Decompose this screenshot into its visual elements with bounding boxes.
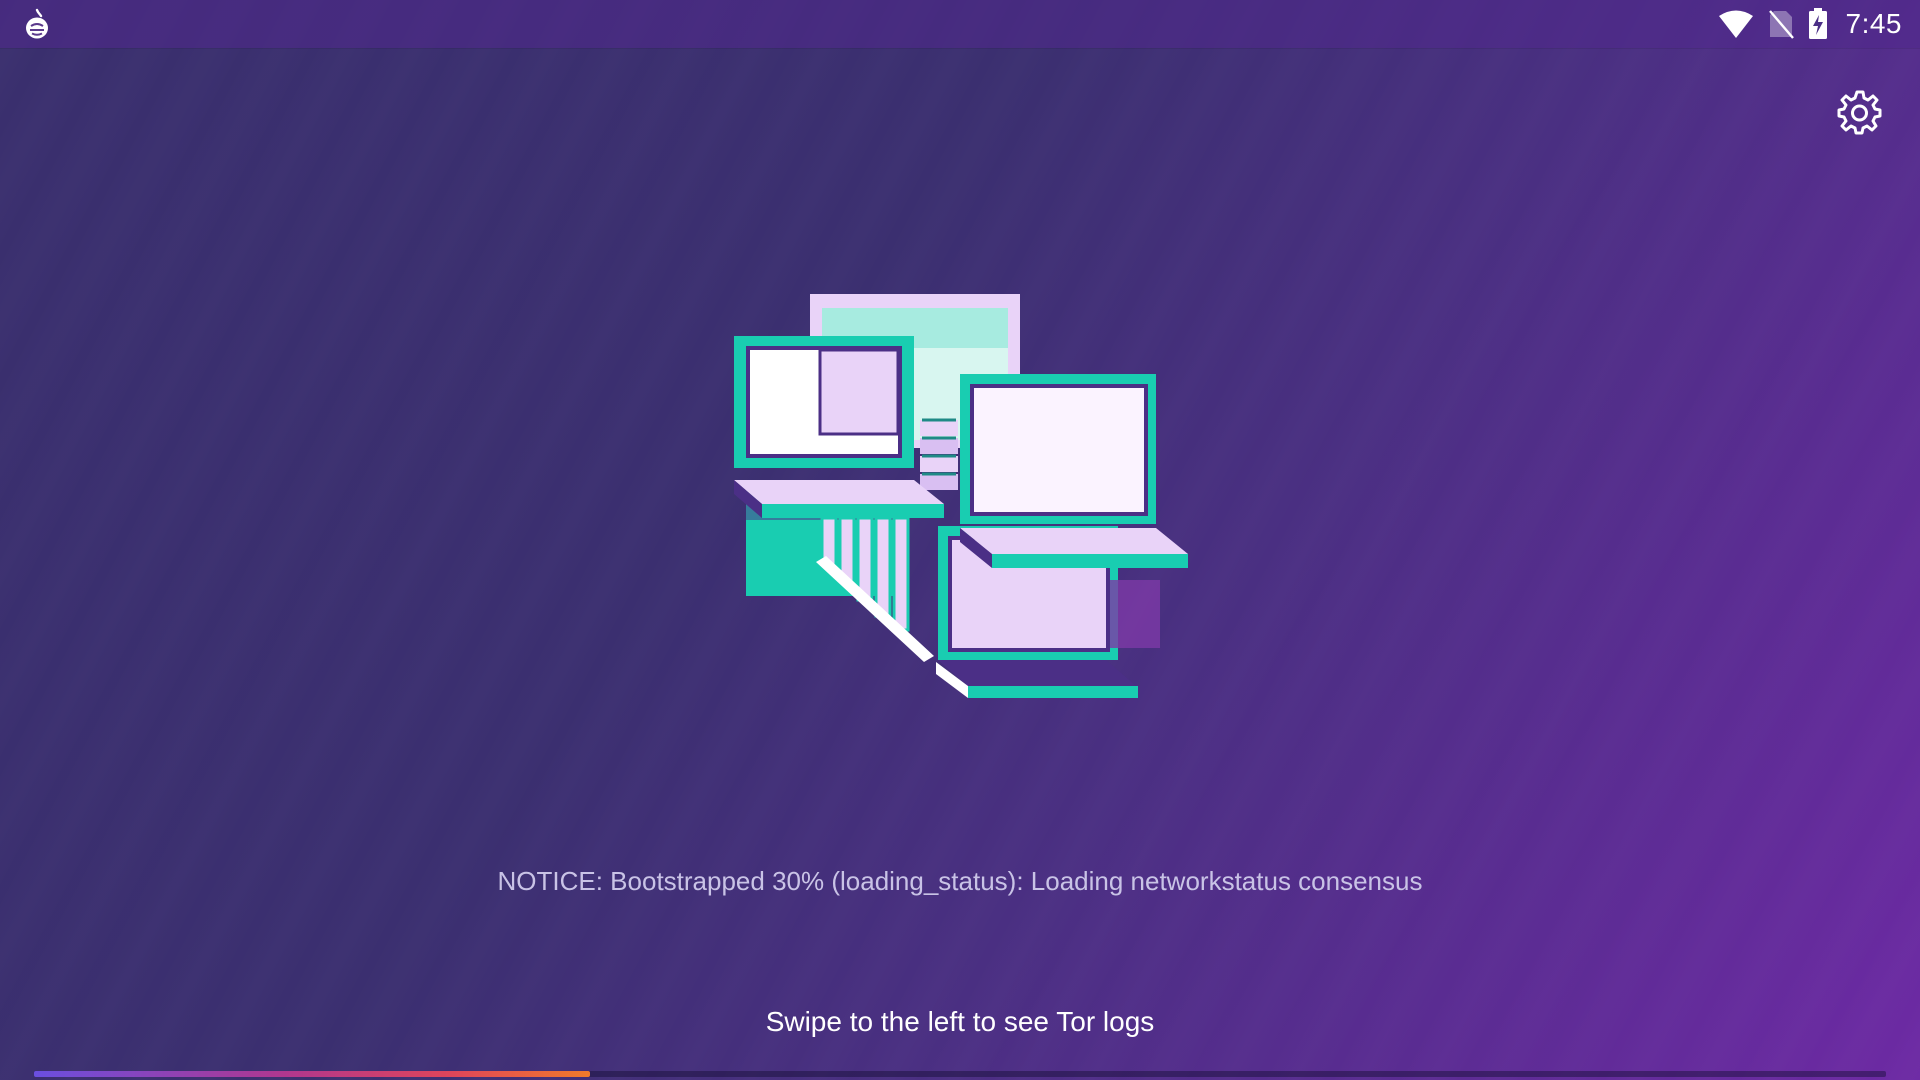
bootstrap-progress-bar xyxy=(34,1071,1886,1077)
bootstrap-status-text: NOTICE: Bootstrapped 30% (loading_status… xyxy=(497,866,1423,896)
status-clock: 7:45 xyxy=(1845,8,1902,39)
left-laptop xyxy=(734,336,944,518)
bootstrap-progress-fill xyxy=(34,1071,590,1077)
no-sim-icon xyxy=(1768,10,1794,39)
bootstrap-screen: 7:45 NOTICE: Bootstrapped 30% (loading_s… xyxy=(0,0,1920,1080)
swipe-hint[interactable]: Swipe to the left to see Tor logs xyxy=(0,1006,1920,1038)
settings-button[interactable] xyxy=(1836,88,1884,136)
gear-icon xyxy=(1837,90,1882,135)
right-laptop xyxy=(960,374,1188,568)
stairs-connector xyxy=(920,418,958,490)
wifi-icon xyxy=(1718,10,1753,38)
connected-laptops-illustration xyxy=(734,294,1188,698)
status-icons: 7:45 xyxy=(1718,0,1903,48)
tor-onion-icon xyxy=(26,8,48,39)
battery-charging-icon xyxy=(1808,8,1827,39)
status-bar: 7:45 xyxy=(0,0,1920,48)
